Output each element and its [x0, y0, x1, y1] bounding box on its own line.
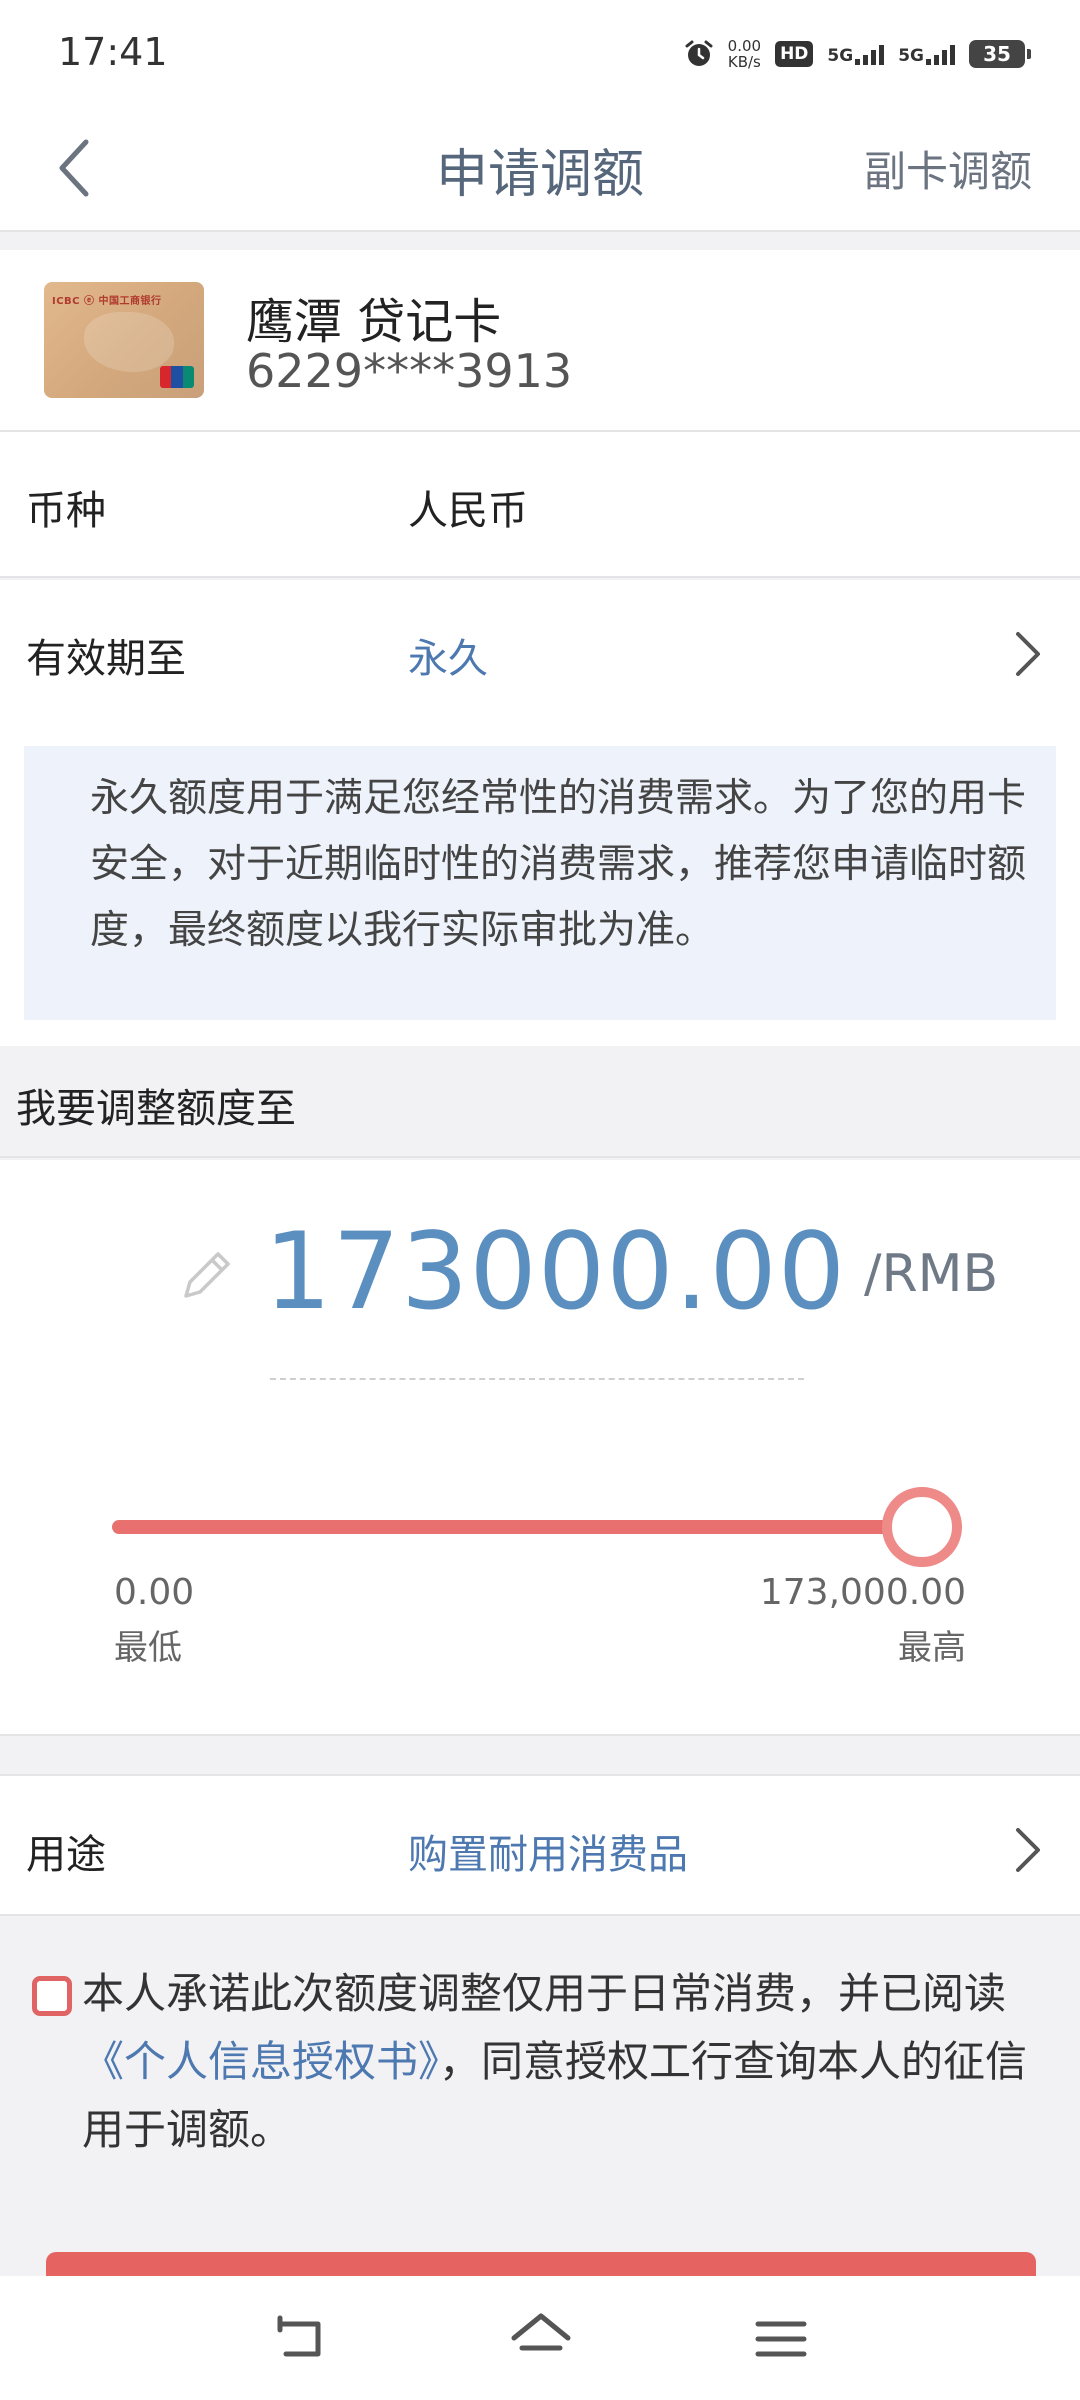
validity-row[interactable]: 有效期至 永久: [0, 580, 1080, 726]
consent-checkbox[interactable]: [32, 1976, 72, 2016]
menu-icon[interactable]: [746, 2304, 816, 2374]
currency-value: 人民币: [408, 488, 528, 534]
currency-label: 币种: [26, 488, 106, 534]
currency-row: 币种 人民币: [0, 432, 1080, 578]
validity-label: 有效期至: [26, 636, 186, 682]
amount-unit: /RMB: [864, 1244, 999, 1304]
validity-value: 永久: [408, 636, 488, 682]
card-image: ICBC ⓔ 中国工商银行: [44, 282, 204, 398]
card-map-pattern: [84, 312, 174, 372]
amount-underline: [270, 1378, 804, 1380]
adjust-section-header: 我要调整额度至: [0, 1046, 1080, 1158]
adjust-section-title: 我要调整额度至: [16, 1086, 296, 1132]
privacy-authorization-link[interactable]: 《个人信息授权书》: [82, 2037, 439, 2086]
usage-row[interactable]: 用途 购置耐用消费品: [0, 1774, 1080, 1916]
hd-badge: HD: [775, 41, 814, 67]
unionpay-logo-icon: [160, 366, 194, 388]
usage-value: 购置耐用消费品: [408, 1832, 688, 1878]
system-nav-bar: [0, 2276, 1080, 2400]
consent-text: 本人承诺此次额度调整仅用于日常消费，并已阅读《个人信息授权书》，同意授权工行查询…: [82, 1969, 1028, 2154]
amount-input[interactable]: 173000.00: [264, 1210, 846, 1333]
consent-block: 本人承诺此次额度调整仅用于日常消费，并已阅读《个人信息授权书》，同意授权工行查询…: [28, 1960, 1048, 2164]
slider-max-label: 最高: [898, 1628, 966, 1668]
battery-indicator: 35: [969, 40, 1031, 68]
amount-panel: 173000.00 /RMB 0.00 最低 173,000.00 最高: [0, 1160, 1080, 1736]
signal-bars-icon: [855, 43, 885, 65]
alarm-icon: [685, 40, 713, 66]
sim2-signal: 5G: [898, 43, 955, 65]
status-icons: 0.00 KB/s HD 5G 5G 35: [684, 34, 1031, 74]
limit-slider-track[interactable]: [112, 1520, 922, 1534]
limit-notice: 永久额度用于满足您经常性的消费需求。为了您的用卡安全，对于近期临时性的消费需求，…: [24, 746, 1056, 1020]
slider-max-value: 173,000.00: [759, 1572, 966, 1613]
chevron-right-icon: [1016, 632, 1040, 676]
card-bank-text: ICBC ⓔ 中国工商银行: [52, 296, 162, 307]
card-name: 鹰潭 贷记卡: [246, 294, 502, 350]
slider-min-label: 最低: [114, 1628, 182, 1668]
sim1-signal: 5G: [827, 43, 885, 65]
supplementary-card-adjust-button[interactable]: 副卡调额: [864, 138, 1032, 199]
system-back-icon[interactable]: [266, 2304, 336, 2374]
network-speed: 0.00 KB/s: [727, 37, 762, 71]
nav-header: 申请调额 副卡调额: [0, 110, 1080, 232]
chevron-right-icon: [1016, 1828, 1040, 1872]
limit-slider-thumb[interactable]: [882, 1487, 962, 1567]
slider-min-value: 0.00: [114, 1572, 195, 1613]
home-icon[interactable]: [506, 2304, 576, 2374]
status-bar: 17:41 0.00 KB/s HD 5G 5G 35: [0, 0, 1080, 110]
status-time: 17:41: [58, 30, 168, 74]
card-selector[interactable]: ICBC ⓔ 中国工商银行 鹰潭 贷记卡 6229****3913: [0, 250, 1080, 432]
usage-label: 用途: [26, 1832, 106, 1878]
signal-bars-icon: [926, 43, 955, 65]
pencil-icon[interactable]: [172, 1242, 240, 1310]
card-number: 6229****3913: [246, 344, 573, 398]
